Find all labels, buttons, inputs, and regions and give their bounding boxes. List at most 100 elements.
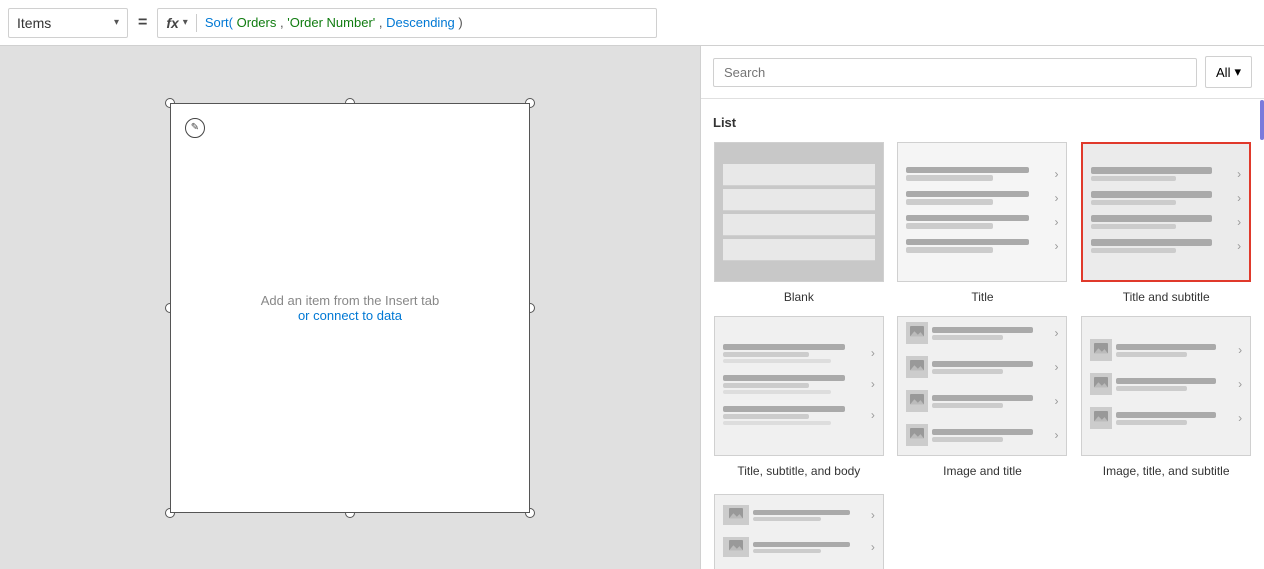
ts-line-short-1 xyxy=(1091,176,1176,181)
formula-chevron-icon: ▾ xyxy=(183,17,188,28)
title-line-long-2 xyxy=(906,191,1028,197)
canvas-message-link: or connect to data xyxy=(298,308,402,323)
tsb-lines-3 xyxy=(723,406,867,425)
formula-ordernumber-arg: 'Order Number' xyxy=(287,15,375,30)
template-extra1-preview: › › xyxy=(714,494,884,569)
blank-row-3 xyxy=(723,214,875,236)
canvas-area: ✎ Add an item from the Insert tab or con… xyxy=(0,46,700,569)
filter-chevron-icon: ▾ xyxy=(1234,64,1241,80)
its-line1-2 xyxy=(1116,378,1216,384)
it-line-3 xyxy=(932,361,1032,367)
it-row-1: › xyxy=(906,322,1058,344)
it-arrow-3: › xyxy=(1054,394,1058,408)
it-row-2: › xyxy=(906,356,1058,378)
formula-close-paren: ) xyxy=(458,15,462,30)
ts-row-3: › xyxy=(1091,215,1241,229)
extra1-line-3 xyxy=(753,542,850,547)
extra1-arrow-1: › xyxy=(871,508,875,522)
items-dropdown[interactable]: Items ▾ xyxy=(8,8,128,38)
template-image-title[interactable]: › › xyxy=(897,316,1069,478)
title-line-short-1 xyxy=(906,175,992,181)
formula-text: Sort( Orders , 'Order Number' , Descendi… xyxy=(205,15,463,30)
title-arrow-2: › xyxy=(1054,191,1058,205)
ts-line-short-3 xyxy=(1091,224,1176,229)
title-row-3: › xyxy=(906,215,1058,229)
it-img-3 xyxy=(906,390,928,412)
templates-grid: Blank › xyxy=(713,142,1252,478)
tsb-line2-3 xyxy=(723,414,809,419)
template-it-preview: › › xyxy=(897,316,1067,456)
tsb-line3-3 xyxy=(723,421,831,425)
title-line-long-4 xyxy=(906,239,1028,245)
template-image-title-subtitle[interactable]: › › xyxy=(1080,316,1252,478)
ts-arrow-3: › xyxy=(1237,215,1241,229)
canvas-box: ✎ Add an item from the Insert tab or con… xyxy=(170,103,530,513)
title-line-long-1 xyxy=(906,167,1028,173)
it-img-4 xyxy=(906,424,928,446)
extra1-row-1: › xyxy=(723,505,875,525)
section-list-label: List xyxy=(713,115,1252,130)
its-lines-3 xyxy=(1116,412,1234,425)
it-line-8 xyxy=(932,437,1003,442)
its-row-1: › xyxy=(1090,339,1242,361)
tsb-line3-2 xyxy=(723,390,831,394)
template-tsb-preview: › › xyxy=(714,316,884,456)
ts-arrow-1: › xyxy=(1237,167,1241,181)
title-lines-3 xyxy=(906,215,1050,229)
formula-descending-arg: Descending xyxy=(386,15,455,30)
template-title[interactable]: › › xyxy=(897,142,1069,304)
tsb-arrow-1: › xyxy=(871,346,875,360)
tsb-lines-2 xyxy=(723,375,867,394)
title-line-short-4 xyxy=(906,247,992,253)
its-img-1 xyxy=(1090,339,1112,361)
it-row-4: › xyxy=(906,424,1058,446)
edit-icon[interactable]: ✎ xyxy=(185,118,205,138)
template-it-label: Image and title xyxy=(943,464,1022,478)
it-line-5 xyxy=(932,395,1032,401)
extra1-lines-1 xyxy=(753,510,867,521)
connect-data-link[interactable]: or connect to data xyxy=(298,308,402,323)
its-arrow-2: › xyxy=(1238,377,1242,391)
template-title-subtitle-body[interactable]: › › xyxy=(713,316,885,478)
canvas-message: Add an item from the Insert tab or conne… xyxy=(261,293,440,323)
extra1-img-2 xyxy=(723,537,749,557)
items-label: Items xyxy=(17,15,110,31)
ts-lines-2 xyxy=(1091,191,1233,205)
template-title-subtitle-label: Title and subtitle xyxy=(1123,290,1210,304)
tsb-row-2: › xyxy=(723,375,875,394)
title-arrow-4: › xyxy=(1054,239,1058,253)
its-arrow-3: › xyxy=(1238,411,1242,425)
tsb-line1-1 xyxy=(723,344,845,350)
extra1-lines-2 xyxy=(753,542,867,553)
filter-dropdown[interactable]: All ▾ xyxy=(1205,56,1252,88)
blank-row-4 xyxy=(723,239,875,261)
ts-line-long-3 xyxy=(1091,215,1212,222)
extra1-line-1 xyxy=(753,510,850,515)
it-arrow-4: › xyxy=(1054,428,1058,442)
title-row-1: › xyxy=(906,167,1058,181)
templates-grid-2: › › xyxy=(713,494,1252,569)
formula-bar[interactable]: fx ▾ Sort( Orders , 'Order Number' , Des… xyxy=(157,8,657,38)
ts-line-short-2 xyxy=(1091,200,1176,205)
title-line-short-3 xyxy=(906,223,992,229)
formula-sort-keyword: Sort( xyxy=(205,15,233,30)
it-row-3: › xyxy=(906,390,1058,412)
its-line2-2 xyxy=(1116,386,1187,391)
template-blank[interactable]: Blank xyxy=(713,142,885,304)
it-lines-1 xyxy=(932,327,1050,340)
ts-lines-4 xyxy=(1091,239,1233,253)
template-title-subtitle[interactable]: › › xyxy=(1080,142,1252,304)
it-arrow-2: › xyxy=(1054,360,1058,374)
search-input[interactable] xyxy=(713,58,1197,87)
extra1-line-2 xyxy=(753,517,821,521)
its-row-3: › xyxy=(1090,407,1242,429)
its-lines-1 xyxy=(1116,344,1234,357)
ts-arrow-2: › xyxy=(1237,191,1241,205)
ts-line-long-4 xyxy=(1091,239,1212,246)
tsb-line1-3 xyxy=(723,406,845,412)
it-lines-2 xyxy=(932,361,1050,374)
template-extra-1[interactable]: › › xyxy=(713,494,885,569)
ts-line-long-2 xyxy=(1091,191,1212,198)
title-arrow-1: › xyxy=(1054,167,1058,181)
blank-row-1 xyxy=(723,164,875,186)
